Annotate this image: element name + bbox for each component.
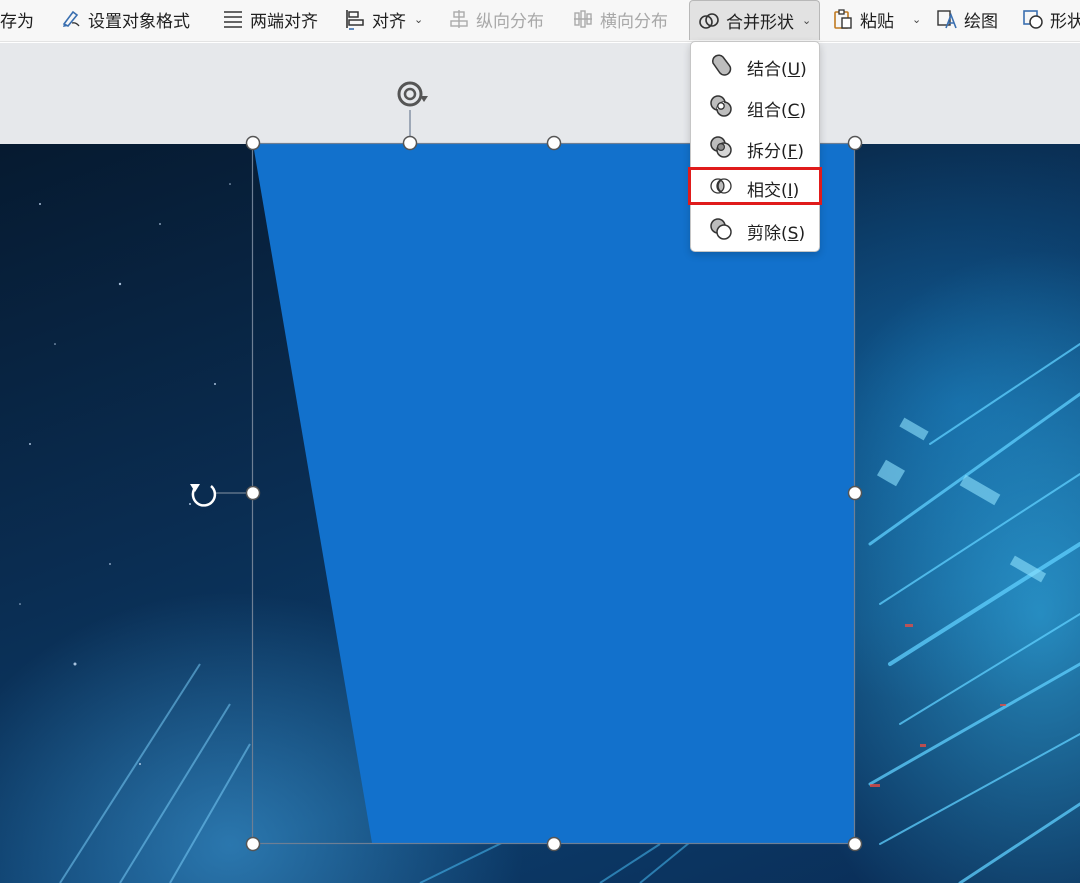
resize-handle-top-middle[interactable] xyxy=(546,135,562,151)
resize-handle-middle-left[interactable] xyxy=(245,485,261,501)
menu-item-intersect[interactable]: 相交(I) xyxy=(688,167,822,205)
menu-item-subtract[interactable]: 剪除(S) xyxy=(691,210,819,248)
resize-handle-bottom-middle[interactable] xyxy=(546,836,562,852)
resize-handle-top-right[interactable] xyxy=(847,135,863,151)
menu-item-combine[interactable]: 组合(C) xyxy=(691,87,819,125)
resize-handle-bottom-right[interactable] xyxy=(847,836,863,852)
menu-item-union[interactable]: 结合(U) xyxy=(691,46,819,84)
fragment-shapes-icon xyxy=(710,136,732,158)
resize-handle-top-left[interactable] xyxy=(245,135,261,151)
combine-shapes-icon xyxy=(710,95,732,117)
resize-handle-middle-right[interactable] xyxy=(847,485,863,501)
union-shapes-icon xyxy=(711,54,732,76)
selection-overlay xyxy=(190,81,863,852)
menu-item-fragment[interactable]: 拆分(F) xyxy=(691,128,819,166)
merge-shapes-menu: 结合(U) 组合(C) 拆分(F) 相交(I) 剪除(S) xyxy=(688,41,822,252)
rotate-handle-left-icon[interactable] xyxy=(190,484,217,507)
subtract-shapes-icon xyxy=(710,218,732,240)
intersect-shapes-icon xyxy=(710,178,732,194)
resize-handle-top-adjust[interactable] xyxy=(402,135,418,151)
rotate-handle-icon[interactable] xyxy=(397,81,428,107)
resize-handle-bottom-left[interactable] xyxy=(245,836,261,852)
